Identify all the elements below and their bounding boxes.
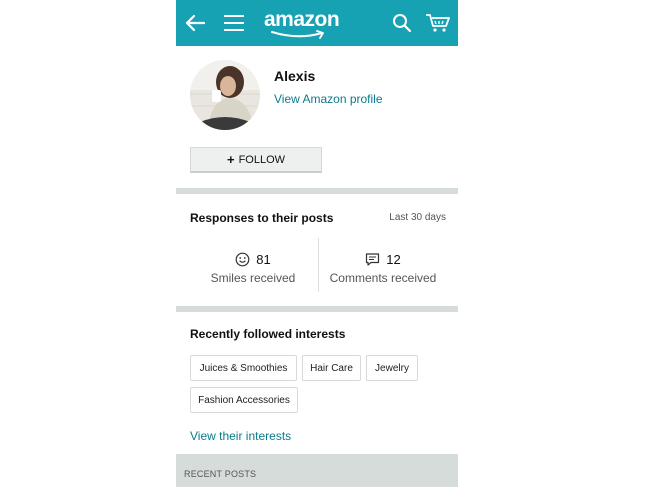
interest-chip[interactable]: Hair Care [302, 355, 361, 381]
search-icon[interactable] [390, 0, 414, 46]
interest-chip[interactable]: Jewelry [366, 355, 418, 381]
plus-icon: + [226, 152, 235, 167]
comment-icon [365, 252, 380, 267]
avatar[interactable] [190, 60, 260, 130]
smiles-stat: 81 Smiles received [183, 252, 323, 285]
view-profile-link[interactable]: View Amazon profile [274, 92, 383, 106]
follow-label: FOLLOW [238, 153, 286, 166]
recent-posts-header: RECENT POSTS [176, 454, 458, 487]
back-arrow-icon[interactable] [182, 0, 208, 46]
comments-label: Comments received [329, 271, 437, 285]
interest-chip[interactable]: Fashion Accessories [190, 387, 298, 413]
comments-count: 12 [386, 252, 401, 267]
smiles-label: Smiles received [210, 271, 296, 285]
responses-title: Responses to their posts [190, 211, 334, 225]
smiles-count: 81 [256, 252, 271, 267]
responses-period: Last 30 days [389, 212, 446, 223]
comments-stat: 12 Comments received [313, 252, 453, 285]
profile-name: Alexis [274, 68, 316, 84]
view-interests-link[interactable]: View their interests [190, 429, 291, 443]
responses-section: Responses to their posts Last 30 days 81… [176, 194, 458, 306]
interests-section: Recently followed interests Juices & Smo… [176, 312, 458, 462]
interest-chip[interactable]: Juices & Smoothies [190, 355, 297, 381]
app-screen: amazon Alexis View Amazon profile + FOLL… [176, 0, 458, 487]
amazon-logo[interactable]: amazon [264, 8, 340, 39]
top-navigation-bar: amazon [176, 0, 458, 46]
interests-title: Recently followed interests [190, 327, 346, 341]
cart-icon[interactable] [423, 0, 453, 46]
smile-icon [235, 252, 250, 267]
logo-text: amazon [264, 8, 340, 31]
smile-arrow-logo-icon [271, 30, 324, 39]
follow-button[interactable]: + FOLLOW [190, 147, 322, 173]
hamburger-menu-icon[interactable] [222, 0, 246, 46]
profile-header: Alexis View Amazon profile + FOLLOW [176, 46, 458, 188]
recent-posts-label: RECENT POSTS [184, 469, 257, 479]
